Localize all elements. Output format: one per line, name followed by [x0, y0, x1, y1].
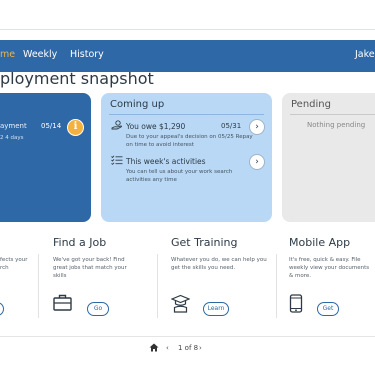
pending-card: Pending Nothing pending — [282, 93, 375, 222]
payment-label: ayment — [0, 122, 27, 130]
pager-text: 1 of 8 — [178, 344, 199, 352]
find-job-go-button[interactable]: Go — [87, 302, 109, 316]
get-training-learn-button[interactable]: Learn — [203, 302, 229, 316]
card-divider — [109, 114, 264, 115]
chevron-right-icon[interactable]: › — [249, 119, 265, 135]
coming-up-item-title: You owe $1,290 — [126, 122, 186, 131]
checklist-icon — [111, 155, 123, 168]
nav-item-weekly[interactable]: Weekly — [23, 49, 57, 60]
payment-date: 05/14 — [41, 122, 62, 130]
payment-subtext: 2 4 days — [0, 135, 24, 141]
feature-mobile-app: Mobile App It's free, quick & easy. File… — [289, 236, 375, 326]
feature-desc: fects your rch — [0, 257, 28, 271]
top-header-bar — [0, 0, 375, 30]
card-divider — [290, 114, 375, 115]
main-nav: me Weekly History Jake — [0, 40, 375, 72]
money-hand-icon — [111, 120, 123, 133]
phone-icon — [289, 294, 303, 318]
coming-up-item-title: This week's activities — [126, 157, 206, 166]
coming-up-title: Coming up — [110, 99, 165, 110]
divider — [157, 254, 158, 318]
feature-title: Get Training — [171, 236, 238, 249]
feature-partial-button[interactable] — [0, 302, 4, 316]
feature-title: Mobile App — [289, 236, 351, 249]
coming-up-item-desc: You can tell us about your work search a… — [126, 169, 233, 183]
coming-up-card: Coming up You owe $1,290 05/31 Due to yo… — [101, 93, 272, 222]
divider — [38, 254, 39, 318]
feature-get-training: Get Training Whatever you do, we can hel… — [170, 236, 271, 326]
coming-up-item-desc: Due to your appeal's decision on 05/25 R… — [126, 134, 253, 148]
mobile-app-get-button[interactable]: Get — [317, 302, 339, 316]
briefcase-icon — [53, 294, 72, 316]
graduation-icon — [170, 294, 191, 318]
page-title: ployment snapshot — [0, 69, 154, 88]
coming-up-item-date: 05/31 — [221, 122, 242, 130]
home-icon[interactable] — [149, 343, 159, 354]
chevron-right-icon[interactable]: › — [199, 344, 202, 352]
feature-desc: We've got your back! Find great jobs tha… — [53, 257, 127, 279]
nav-item-home[interactable]: me — [0, 49, 15, 60]
payment-card: ayment 05/14 2 4 days i — [0, 93, 91, 222]
feature-desc: It's free, quick & easy. File weekly vie… — [289, 257, 370, 279]
nav-item-history[interactable]: History — [70, 49, 104, 60]
feature-desc: Whatever you do, we can help you get the… — [171, 257, 267, 271]
info-icon[interactable]: i — [67, 119, 84, 136]
divider — [0, 336, 375, 337]
chevron-right-icon[interactable]: › — [249, 154, 265, 170]
divider — [276, 254, 277, 318]
chevron-left-icon[interactable]: ‹ — [166, 344, 169, 352]
pending-title: Pending — [291, 99, 331, 110]
feature-partial: fects your rch — [0, 236, 36, 326]
feature-title: Find a Job — [53, 236, 107, 249]
pending-empty-text: Nothing pending — [307, 121, 366, 129]
feature-find-a-job: Find a Job We've got your back! Find gre… — [53, 236, 148, 326]
nav-user-name[interactable]: Jake — [355, 49, 375, 60]
